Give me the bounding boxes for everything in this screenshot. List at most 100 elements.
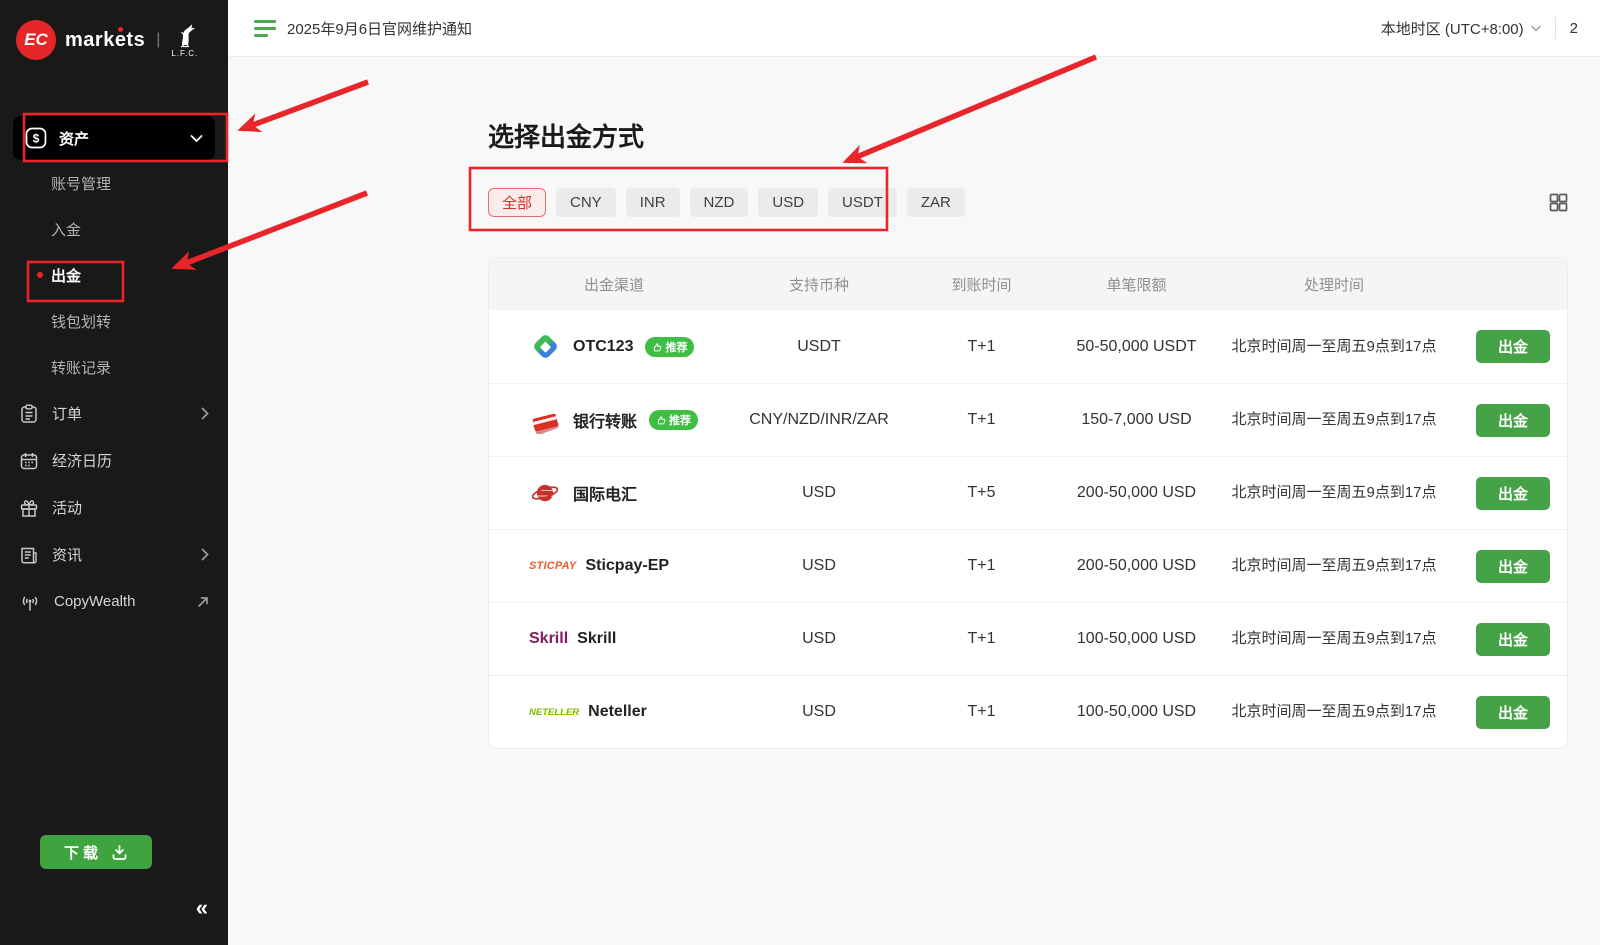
sidebar-item-news[interactable]: 资讯 xyxy=(13,531,215,578)
calendar-icon xyxy=(19,451,39,471)
thumb-up-icon xyxy=(656,415,666,425)
table-header-row: 出金渠道 支持币种 到账时间 单笔限额 处理时间 xyxy=(489,258,1567,310)
sidebar-item-deposit[interactable]: 入金 xyxy=(13,206,215,252)
table-row: OTC123 推荐 USDT T+1 50-50,000 USDT 北京时间周一… xyxy=(489,310,1567,383)
chevron-right-icon xyxy=(201,407,209,420)
liver-bird-icon xyxy=(172,23,198,49)
topbar-divider xyxy=(1555,17,1556,39)
sidebar-item-withdraw[interactable]: 出金 xyxy=(13,252,215,298)
filter-chip-all[interactable]: 全部 xyxy=(488,188,546,217)
processing-time: 北京时间周一至周五9点到17点 xyxy=(1218,700,1450,723)
chevron-right-icon xyxy=(201,548,209,561)
limit: 100-50,000 USD xyxy=(1064,703,1209,721)
withdraw-button[interactable]: 出金 xyxy=(1476,330,1550,363)
recommended-badge: 推荐 xyxy=(645,337,694,357)
download-icon xyxy=(111,844,128,861)
channel-name: Skrill xyxy=(577,630,616,648)
channel-name: Sticpay-EP xyxy=(585,557,669,575)
supported-currency: USD xyxy=(739,484,899,502)
processing-time: 北京时间周一至周五9点到17点 xyxy=(1218,408,1450,431)
sidebar-item-label: 出金 xyxy=(51,265,81,286)
withdraw-button[interactable]: 出金 xyxy=(1476,404,1550,437)
supported-currency: USDT xyxy=(739,338,899,356)
limit: 200-50,000 USD xyxy=(1064,484,1209,502)
broadcast-icon xyxy=(19,592,41,612)
maintenance-notice-link[interactable]: 2025年9月6日官网维护通知 xyxy=(287,18,472,39)
arrival-time: T+1 xyxy=(899,338,1064,356)
recommended-badge: 推荐 xyxy=(649,410,698,430)
sidebar-item-account-management[interactable]: 账号管理 xyxy=(13,160,215,206)
supported-currency: USD xyxy=(739,557,899,575)
external-link-icon xyxy=(197,596,209,608)
timezone-selector[interactable]: 本地时区 (UTC+8:00) xyxy=(1381,18,1524,39)
sidebar: EC markets | L.F.C. $ 资产 账号管理 入金 出金 钱包划转… xyxy=(0,0,228,945)
limit: 200-50,000 USD xyxy=(1064,557,1209,575)
sidebar-item-assets[interactable]: $ 资产 xyxy=(13,116,215,160)
news-icon xyxy=(19,545,39,565)
sidebar-item-label: 经济日历 xyxy=(52,450,112,471)
column-header: 单笔限额 xyxy=(1064,274,1209,295)
lfc-logo: L.F.C. xyxy=(171,23,198,58)
thumb-up-icon xyxy=(652,342,662,352)
processing-time: 北京时间周一至周五9点到17点 xyxy=(1218,554,1450,577)
filter-chip-nzd[interactable]: NZD xyxy=(690,188,749,217)
sidebar-item-copywealth[interactable]: CopyWealth xyxy=(13,578,215,625)
filter-chip-cny[interactable]: CNY xyxy=(556,188,616,217)
topbar: 2025年9月6日官网维护通知 本地时区 (UTC+8:00) 2 xyxy=(228,0,1600,57)
ec-markets-logo-text: markets xyxy=(65,29,145,52)
withdraw-button[interactable]: 出金 xyxy=(1476,696,1550,729)
limit: 150-7,000 USD xyxy=(1064,411,1209,429)
channel-name: 银行转账 xyxy=(573,408,637,432)
grid-view-icon[interactable] xyxy=(1549,193,1568,212)
sidebar-item-orders[interactable]: 订单 xyxy=(13,390,215,437)
withdraw-button[interactable]: 出金 xyxy=(1476,477,1550,510)
arrival-time: T+1 xyxy=(899,703,1064,721)
collapse-sidebar-icon[interactable]: « xyxy=(196,897,208,919)
supported-currency: USD xyxy=(739,703,899,721)
otc123-logo-icon xyxy=(529,332,561,362)
processing-time: 北京时间周一至周五9点到17点 xyxy=(1218,335,1450,358)
sidebar-item-label: 资产 xyxy=(59,128,89,149)
badge-label: 推荐 xyxy=(669,412,691,428)
withdraw-button[interactable]: 出金 xyxy=(1476,623,1550,656)
supported-currency: CNY/NZD/INR/ZAR xyxy=(739,411,899,429)
caret-down-icon[interactable] xyxy=(1531,25,1541,32)
skrill-logo: Skrill xyxy=(529,630,568,648)
clock-partial: 2 xyxy=(1570,20,1578,37)
chevron-down-icon xyxy=(190,134,203,143)
table-row: 国际电汇 USD T+5 200-50,000 USD 北京时间周一至周五9点到… xyxy=(489,456,1567,529)
column-header: 到账时间 xyxy=(899,274,1064,295)
sidebar-item-label: 资讯 xyxy=(52,544,82,565)
page-title: 选择出金方式 xyxy=(488,117,1568,154)
international-wire-icon xyxy=(529,478,561,508)
processing-time: 北京时间周一至周五9点到17点 xyxy=(1218,481,1450,504)
main-content: 选择出金方式 全部 CNY INR NZD USD USDT ZAR 出金渠道 … xyxy=(228,57,1600,945)
sidebar-item-transfer-records[interactable]: 转账记录 xyxy=(13,344,215,390)
sidebar-item-label: CopyWealth xyxy=(54,593,135,610)
limit: 100-50,000 USD xyxy=(1064,630,1209,648)
withdraw-button[interactable]: 出金 xyxy=(1476,550,1550,583)
withdraw-methods-table: 出金渠道 支持币种 到账时间 单笔限额 处理时间 OTC123 推荐 USDT … xyxy=(488,257,1568,749)
download-button[interactable]: 下载 xyxy=(40,835,152,869)
channel-name: Neteller xyxy=(588,703,647,721)
sidebar-item-wallet-transfer[interactable]: 钱包划转 xyxy=(13,298,215,344)
brand-logo: EC markets | L.F.C. xyxy=(0,0,228,80)
column-header: 处理时间 xyxy=(1209,274,1459,295)
notice-menu-icon[interactable] xyxy=(254,20,276,37)
filter-chip-usdt[interactable]: USDT xyxy=(828,188,897,217)
bank-transfer-icon xyxy=(529,405,561,435)
arrival-time: T+1 xyxy=(899,411,1064,429)
table-row: 银行转账 推荐 CNY/NZD/INR/ZAR T+1 150-7,000 US… xyxy=(489,383,1567,456)
filter-chip-inr[interactable]: INR xyxy=(626,188,680,217)
sidebar-item-label: 活动 xyxy=(52,497,82,518)
sidebar-item-label: 入金 xyxy=(51,219,81,240)
sidebar-item-economic-calendar[interactable]: 经济日历 xyxy=(13,437,215,484)
currency-filter-row: 全部 CNY INR NZD USD USDT ZAR xyxy=(488,188,1568,217)
currency-filter-chips: 全部 CNY INR NZD USD USDT ZAR xyxy=(488,188,965,217)
arrival-time: T+1 xyxy=(899,557,1064,575)
sidebar-item-label: 订单 xyxy=(52,403,82,424)
sidebar-item-activities[interactable]: 活动 xyxy=(13,484,215,531)
sidebar-item-label: 钱包划转 xyxy=(51,311,111,332)
filter-chip-usd[interactable]: USD xyxy=(758,188,818,217)
filter-chip-zar[interactable]: ZAR xyxy=(907,188,965,217)
